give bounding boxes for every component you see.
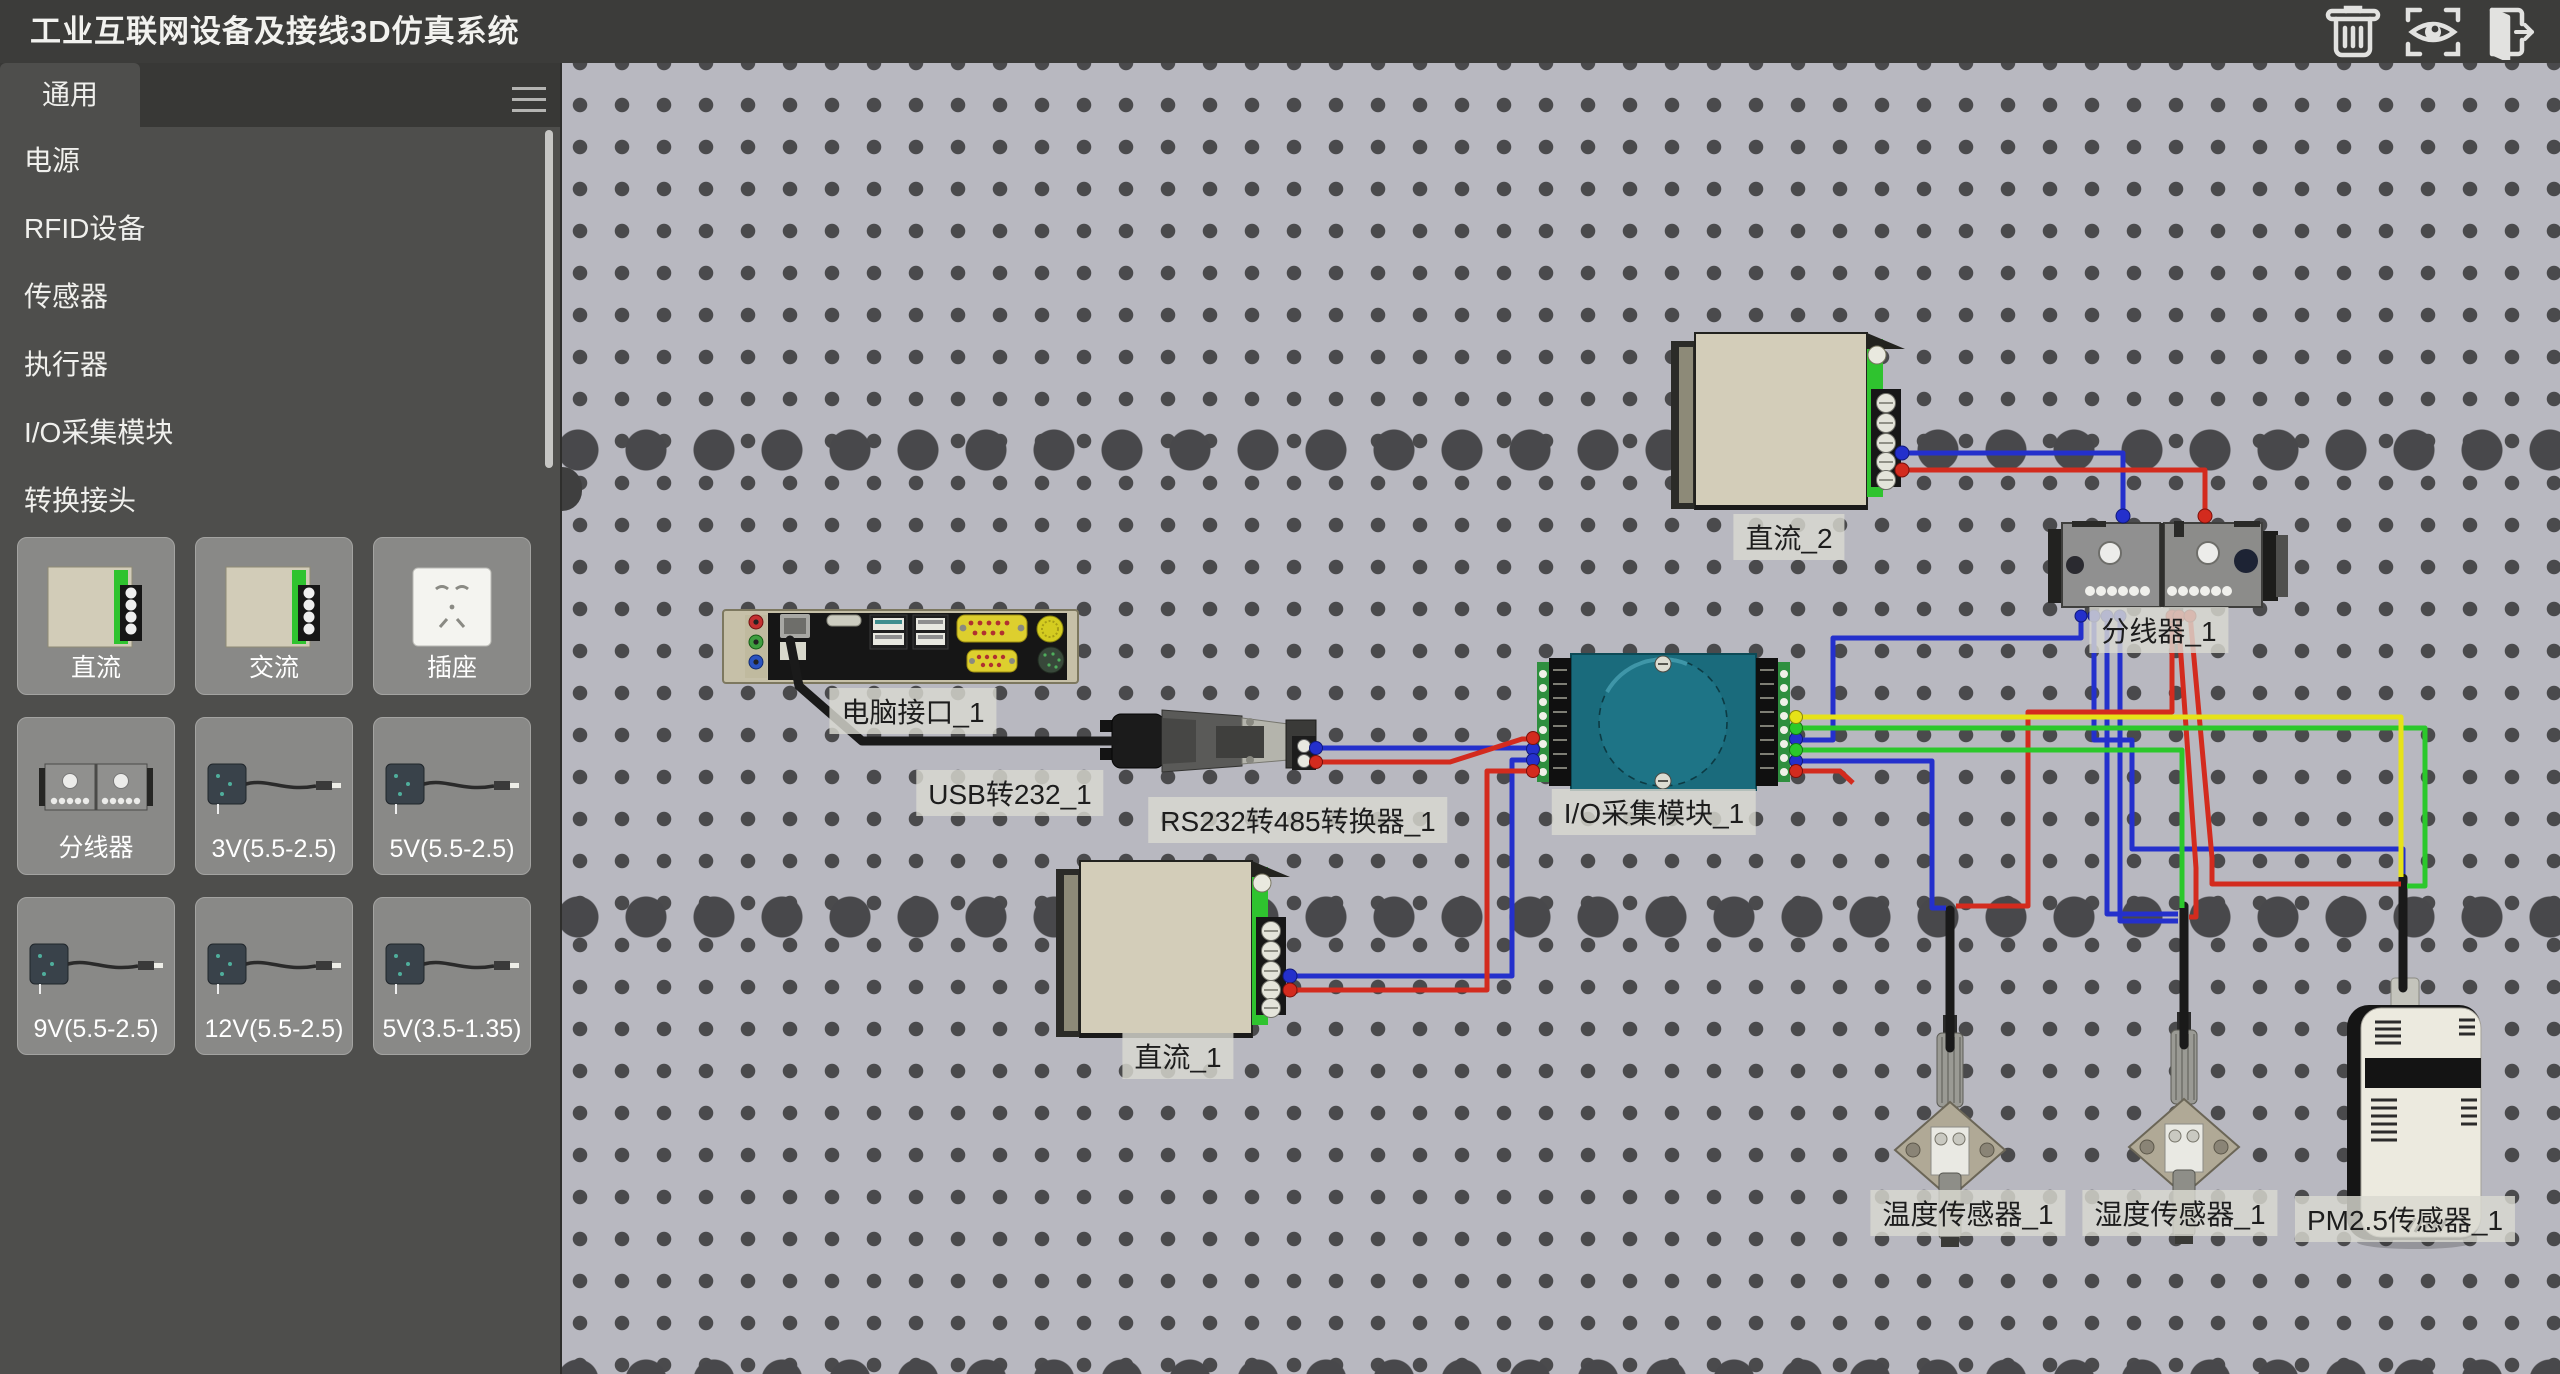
power-adapter-icon [26,934,166,1000]
workspace-canvas[interactable]: 电脑接口_1 USB转232_1 RS232转485转换器_1 I/O采集模块_… [562,63,2560,1374]
device-label-pc-interface: 电脑接口_1 [829,688,996,734]
menu-item-power[interactable]: 电源 [0,127,560,195]
palette-label: 3V(5.5-2.5) [196,835,352,864]
splitter-device[interactable] [2048,521,2288,607]
tab-strip: 通用 [0,63,560,127]
splitter-icon [37,754,155,820]
device-label-pm25: PM2.5传感器_1 [2295,1196,2515,1242]
palette-item-socket[interactable]: 插座 [373,537,531,695]
power-adapter-icon [382,754,522,820]
device-label-splitter: 分线器_1 [2089,607,2228,653]
menu-item-sensor[interactable]: 传感器 [0,263,560,331]
usb-to-232-device[interactable] [1100,710,1288,772]
wire-red [1956,614,2172,906]
ac-module-icon [222,561,326,653]
power-adapter-icon [204,754,344,820]
palette-label: 直流 [18,648,174,684]
palette-item-5v[interactable]: 5V(5.5-2.5) [373,717,531,875]
exit-icon[interactable] [2478,4,2536,60]
menu-item-adapter[interactable]: 转换接头 [0,467,560,535]
palette-label: 5V(5.5-2.5) [374,835,530,864]
wire-blue [1798,614,2081,740]
wire-blue [1902,453,2123,520]
palette-item-dc[interactable]: 直流 [17,537,175,695]
device-label-dc1: 直流_1 [1122,1033,1233,1079]
sidebar-menu: 电源 RFID设备 传感器 执行器 I/O采集模块 转换接头 [0,127,560,535]
dc-power-1-device[interactable] [1056,861,1290,1038]
palette-item-9v[interactable]: 9V(5.5-2.5) [17,897,175,1055]
dc-module-icon [44,561,148,653]
dc-power-2-device[interactable] [1671,333,1905,510]
trash-icon[interactable] [2324,4,2382,60]
palette-label: 交流 [196,648,352,684]
wire-red [2190,614,2401,884]
wire-blue [1290,760,1537,976]
palette-label: 9V(5.5-2.5) [18,1015,174,1044]
device-label-usb232: USB转232_1 [916,770,1103,816]
sidebar: 通用 电源 RFID设备 传感器 执行器 I/O采集模块 转换接头 直流 [0,63,562,1374]
menu-item-io-module[interactable]: I/O采集模块 [0,399,560,467]
menu-item-rfid[interactable]: RFID设备 [0,195,560,263]
palette-item-5v-135[interactable]: 5V(3.5-1.35) [373,897,531,1055]
palette-label: 插座 [374,648,530,684]
app-title: 工业互联网设备及接线3D仿真系统 [30,0,520,63]
palette-label: 5V(3.5-1.35) [374,1015,530,1044]
device-label-dc2: 直流_2 [1733,514,1844,560]
power-adapter-icon [382,934,522,1000]
menu-item-actuator[interactable]: 执行器 [0,331,560,399]
tab-general[interactable]: 通用 [0,63,140,127]
wire-blue [2120,614,2178,921]
palette-item-12v[interactable]: 12V(5.5-2.5) [195,897,353,1055]
palette-item-splitter[interactable]: 分线器 [17,717,175,875]
socket-icon [410,565,494,649]
preview-eye-icon[interactable] [2404,4,2462,60]
io-acquisition-module-device[interactable] [1537,654,1790,790]
sidebar-scrollbar[interactable] [545,130,553,468]
device-label-humidity: 湿度传感器_1 [2082,1190,2277,1236]
wire-blue [2094,614,2403,874]
wire-red [1902,470,2205,520]
hamburger-icon[interactable] [512,87,546,113]
palette-item-ac[interactable]: 交流 [195,537,353,695]
pc-interface-device[interactable] [723,610,1078,683]
palette-label: 12V(5.5-2.5) [196,1015,352,1044]
power-adapter-icon [204,934,344,1000]
top-bar: 工业互联网设备及接线3D仿真系统 [0,0,2560,63]
palette-label: 分线器 [18,828,174,864]
wire-red [1798,771,1853,783]
wire-blue [1798,761,1946,908]
device-label-rs232-485: RS232转485转换器_1 [1148,797,1447,843]
app-window: { "app": { "title": "工业互联网设备及接线3D仿真系统", … [0,0,2560,1374]
palette-item-3v[interactable]: 3V(5.5-2.5) [195,717,353,875]
wire-green [1796,750,2182,908]
device-label-temperature: 温度传感器_1 [1870,1190,2065,1236]
device-label-io-module: I/O采集模块_1 [1552,789,1756,835]
